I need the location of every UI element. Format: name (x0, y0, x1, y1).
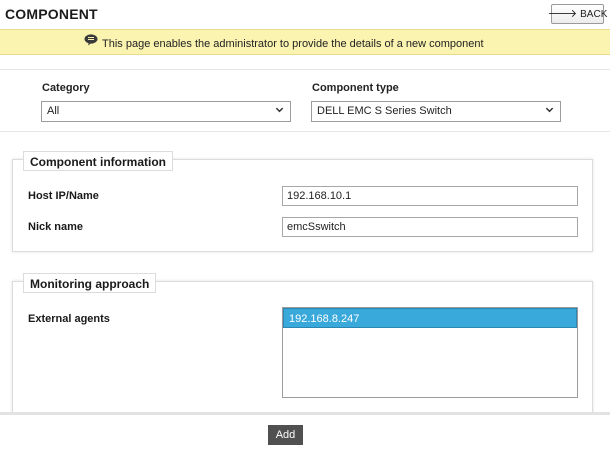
back-arrow-icon: 🡒 (547, 7, 578, 20)
category-label: Category (42, 82, 90, 94)
component-type-label: Component type (312, 82, 399, 94)
chevron-down-icon (545, 107, 554, 113)
back-button-label: BACK (580, 8, 608, 20)
external-agents-listbox[interactable]: 192.168.8.247 (282, 307, 578, 398)
monitoring-approach-legend: Monitoring approach (23, 273, 157, 293)
section-divider (0, 412, 610, 415)
category-select[interactable]: All (41, 101, 291, 122)
add-button[interactable]: Add (268, 425, 303, 445)
selector-panel: Category All Component type DELL EMC S S… (0, 69, 610, 132)
host-ip-input[interactable]: 192.168.10.1 (282, 186, 578, 206)
host-ip-label: Host IP/Name (28, 190, 99, 202)
nick-name-input[interactable]: emcSswitch (282, 217, 578, 237)
page-header: COMPONENT 🡒 BACK (0, 0, 610, 28)
nick-name-label: Nick name (28, 221, 84, 233)
back-button[interactable]: 🡒 BACK (547, 4, 608, 24)
external-agent-option[interactable]: 192.168.8.247 (283, 308, 577, 328)
speech-bubble-icon (84, 34, 98, 46)
component-information-legend: Component information (23, 151, 173, 171)
category-select-value: All (47, 105, 60, 117)
component-type-select-value: DELL EMC S Series Switch (317, 105, 452, 117)
component-type-select[interactable]: DELL EMC S Series Switch (311, 101, 561, 122)
external-agents-label: External agents (28, 313, 110, 325)
banner-text: This page enables the administrator to p… (102, 38, 484, 50)
chevron-down-icon (275, 107, 284, 113)
page-title: COMPONENT (5, 6, 98, 22)
info-banner: This page enables the administrator to p… (0, 29, 610, 55)
